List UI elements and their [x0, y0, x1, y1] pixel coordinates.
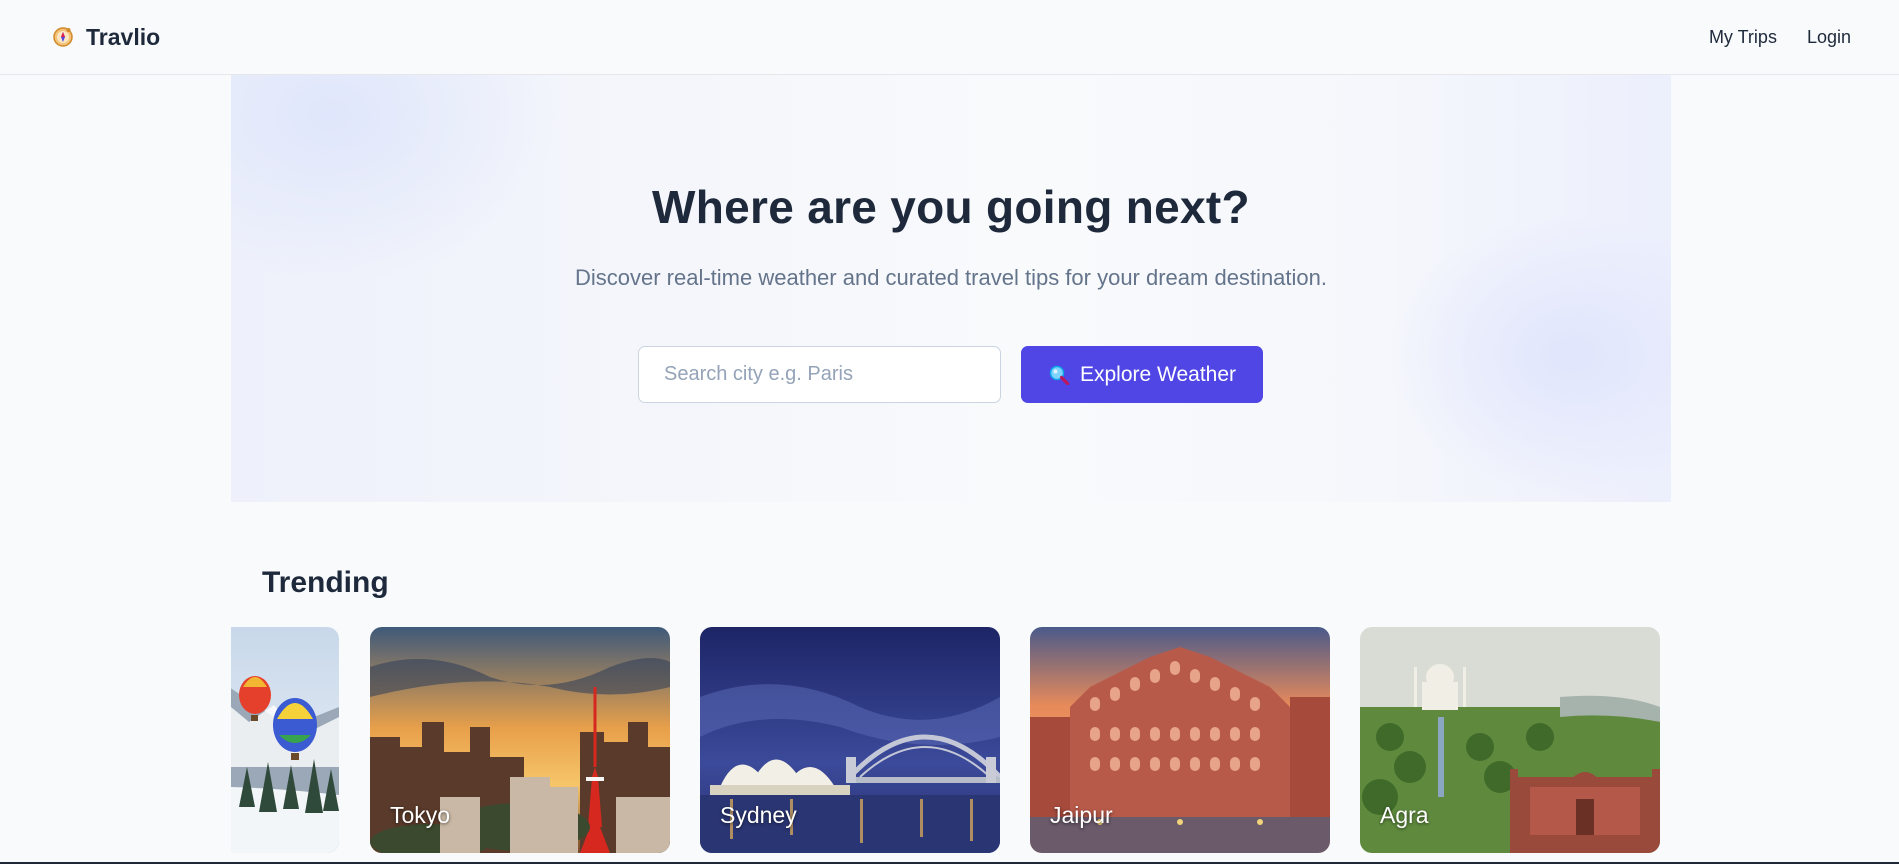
brand[interactable]: Travlio	[52, 24, 160, 51]
destination-card-sydney[interactable]: Sydney	[700, 627, 1000, 853]
card-label-agra: Agra	[1380, 802, 1429, 828]
trending-heading: Trending	[262, 566, 389, 599]
hero-title: Where are you going next?	[652, 181, 1250, 233]
city-search-input[interactable]	[638, 346, 1001, 403]
card-label-tokyo: Tokyo	[390, 802, 451, 828]
hero-subtitle: Discover real-time weather and curated t…	[574, 265, 1327, 290]
card-label-sydney: Sydney	[720, 802, 797, 828]
explore-weather-button[interactable]: Explore Weather	[1021, 346, 1263, 403]
nav-link-my-trips[interactable]: My Trips	[1709, 27, 1777, 48]
hero-section: Where are you going next? Discover real-…	[231, 75, 1671, 502]
hot-air-balloons-image	[231, 627, 339, 853]
destination-card-agra[interactable]: Agra	[1360, 627, 1660, 853]
magnifier-icon	[1048, 364, 1070, 386]
nav-links: My Trips Login	[1709, 27, 1851, 48]
brand-name: Travlio	[86, 23, 161, 50]
nav-link-login[interactable]: Login	[1807, 27, 1851, 48]
compass-icon	[52, 26, 74, 48]
destination-card-jaipur[interactable]: Jaipur	[1030, 627, 1330, 853]
card-label-jaipur: Jaipur	[1050, 802, 1113, 828]
top-navbar: Travlio My Trips Login	[0, 0, 1899, 75]
destination-card-tokyo[interactable]: Tokyo	[370, 627, 670, 853]
explore-weather-label: Explore Weather	[1079, 362, 1237, 386]
destination-card-balloons[interactable]	[231, 627, 339, 853]
trending-carousel[interactable]: Tokyo Sydney Jaipur Agra	[231, 627, 1671, 853]
